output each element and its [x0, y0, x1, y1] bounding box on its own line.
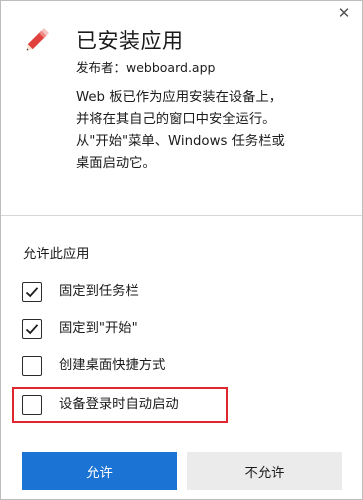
divider	[1, 215, 362, 216]
dialog-title: 已安装应用	[76, 29, 184, 53]
install-app-dialog: ✕ 已安装应用 发布者：webboard.app Web 板已作为应用安装在设备…	[0, 0, 363, 500]
option-label: 创建桌面快捷方式	[59, 358, 166, 373]
pencil-icon	[23, 24, 53, 54]
description-text: Web 板已作为应用安装在设备上，并将在其自己的窗口中安全运行。从"开始"菜单、…	[76, 90, 285, 171]
check-icon	[25, 324, 39, 335]
option-label: 固定到"开始"	[59, 321, 138, 336]
publisher-text: 发布者：webboard.app	[76, 60, 216, 75]
allow-button[interactable]: 允许	[22, 452, 177, 490]
option-label: 设备登录时自动启动	[59, 397, 179, 412]
option-label: 固定到任务栏	[59, 284, 139, 299]
checkbox-auto-start[interactable]	[22, 395, 42, 415]
option-pin-start[interactable]: 固定到"开始"	[22, 317, 138, 341]
close-icon: ✕	[337, 4, 351, 22]
close-button[interactable]: ✕	[336, 5, 352, 21]
deny-button[interactable]: 不允许	[187, 452, 342, 490]
option-auto-start[interactable]: 设备登录时自动启动	[22, 393, 179, 417]
checkbox-pin-start[interactable]	[22, 319, 42, 339]
check-icon	[25, 287, 39, 298]
option-pin-taskbar[interactable]: 固定到任务栏	[22, 280, 139, 304]
option-desktop-shortcut[interactable]: 创建桌面快捷方式	[22, 354, 165, 378]
checkbox-desktop-shortcut[interactable]	[22, 356, 42, 376]
permissions-label: 允许此应用	[23, 247, 90, 262]
checkbox-pin-taskbar[interactable]	[22, 282, 42, 302]
